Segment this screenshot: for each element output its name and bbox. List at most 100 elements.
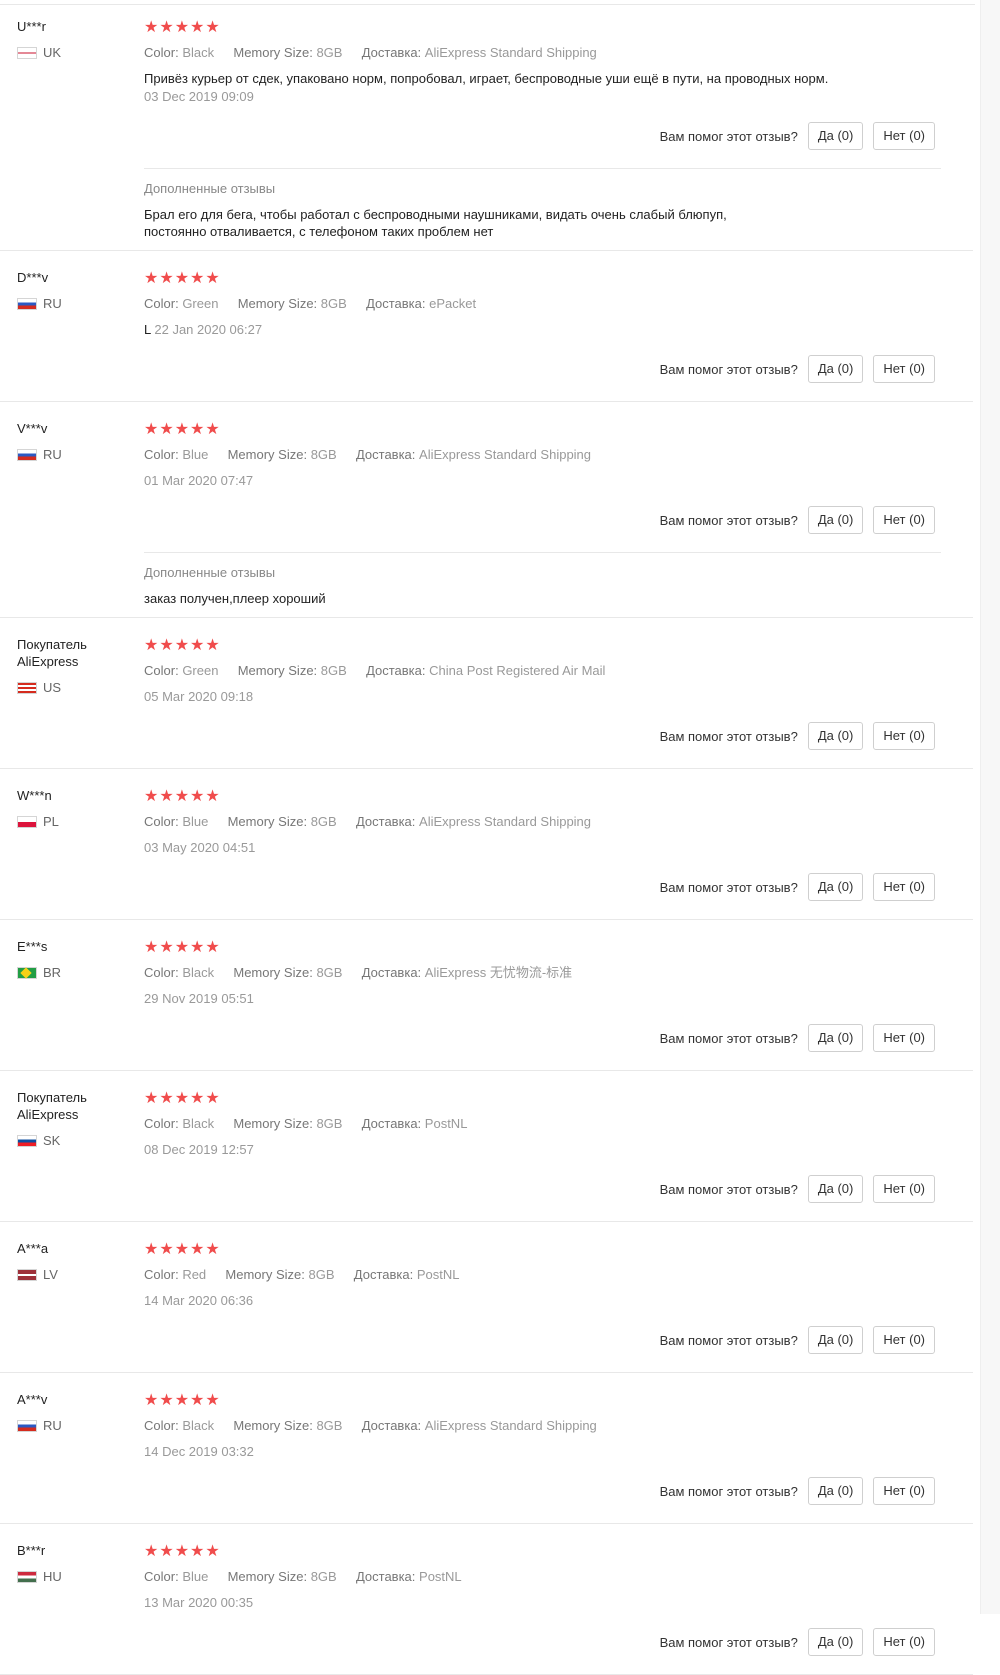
review-body: ★★★★★ Color: Blue Memory Size: 8GB Доста… — [144, 402, 941, 617]
helpful-no-button[interactable]: Нет (0) — [873, 1326, 935, 1354]
shipping-label: Доставка: — [355, 1569, 416, 1584]
memory-value: 8GB — [316, 965, 343, 980]
memory-label: Memory Size: — [227, 447, 308, 462]
additional-review-text: заказ получен,плеер хороший — [144, 591, 326, 606]
helpful-no-button[interactable]: Нет (0) — [873, 1024, 935, 1052]
shipping-value: AliExpress Standard Shipping — [419, 814, 592, 829]
helpful-no-button[interactable]: Нет (0) — [873, 1628, 935, 1656]
helpful-no-button[interactable]: Нет (0) — [873, 1477, 935, 1505]
order-info: Color: Red Memory Size: 8GB Доставка: Po… — [144, 1266, 941, 1284]
helpful-yes-button[interactable]: Да (0) — [807, 1326, 864, 1354]
helpful-yes-button[interactable]: Да (0) — [807, 722, 864, 750]
helpful-no-button[interactable]: Нет (0) — [873, 722, 935, 750]
color-label: Color: — [144, 1267, 179, 1282]
review-date: 14 Mar 2020 06:36 — [144, 1293, 254, 1308]
review-item: B***r HU ★★★★★ Color: Blue Memory Size: … — [0, 1524, 973, 1675]
reviewer-info: W***n PL — [17, 787, 137, 829]
color-label: Color: — [144, 965, 179, 980]
reviewer-info: A***a LV — [17, 1240, 137, 1282]
country-flag-icon — [17, 1134, 37, 1147]
helpful-yes-button[interactable]: Да (0) — [807, 873, 864, 901]
review-text-line: 03 May 2020 04:51 — [144, 839, 844, 857]
review-item: W***n PL ★★★★★ Color: Blue Memory Size: … — [0, 769, 973, 920]
reviewer-name: W***n — [17, 788, 52, 803]
scrollbar[interactable] — [980, 0, 1000, 1614]
additional-review: Дополненные отзывы заказ получен,плеер х… — [144, 552, 941, 617]
reviewer-info: V***v RU — [17, 420, 137, 462]
helpful-block: Вам помог этот отзыв? Да (0) Нет (0) — [144, 1024, 941, 1070]
shipping-value: PostNL — [419, 1569, 462, 1584]
helpful-yes-button[interactable]: Да (0) — [807, 122, 864, 150]
review-item: Покупатель AliExpress US ★★★★★ Color: Gr… — [0, 618, 973, 769]
memory-value: 8GB — [308, 1267, 335, 1282]
review-text-line: 01 Mar 2020 07:47 — [144, 472, 844, 490]
helpful-label: Вам помог этот отзыв? — [659, 1030, 798, 1046]
helpful-block: Вам помог этот отзыв? Да (0) Нет (0) — [144, 506, 941, 552]
shipping-label: Доставка: — [353, 1267, 414, 1282]
helpful-yes-button[interactable]: Да (0) — [807, 1477, 864, 1505]
color-label: Color: — [144, 1569, 179, 1584]
color-value: Black — [182, 965, 215, 980]
country-code: HU — [43, 1569, 62, 1584]
shipping-value: AliExpress Standard Shipping — [424, 1418, 597, 1433]
helpful-yes-button[interactable]: Да (0) — [807, 355, 864, 383]
review-date: 01 Mar 2020 07:47 — [144, 473, 254, 488]
reviewer-country: BR — [17, 965, 137, 980]
country-flag-icon — [17, 1570, 37, 1583]
helpful-no-button[interactable]: Нет (0) — [873, 122, 935, 150]
color-label: Color: — [144, 663, 179, 678]
review-date: 05 Mar 2020 09:18 — [144, 689, 254, 704]
review-body: ★★★★★ Color: Green Memory Size: 8GB Дост… — [144, 251, 941, 401]
country-code: UK — [43, 45, 62, 60]
review-text: Привёз курьер от сдек, упаковано норм, п… — [144, 71, 829, 86]
order-info: Color: Green Memory Size: 8GB Доставка: … — [144, 662, 941, 680]
review-text-line: 14 Dec 2019 03:32 — [144, 1443, 844, 1461]
reviewer-info: U***r UK — [17, 18, 137, 60]
reviewer-info: D***v RU — [17, 269, 137, 311]
color-label: Color: — [144, 814, 179, 829]
helpful-yes-button[interactable]: Да (0) — [807, 506, 864, 534]
helpful-no-button[interactable]: Нет (0) — [873, 873, 935, 901]
reviewer-country: US — [17, 680, 137, 695]
color-label: Color: — [144, 45, 179, 60]
helpful-label: Вам помог этот отзыв? — [659, 1634, 798, 1650]
review-date: 08 Dec 2019 12:57 — [144, 1142, 254, 1157]
review-text-line: 08 Dec 2019 12:57 — [144, 1141, 844, 1159]
color-value: Black — [182, 1418, 215, 1433]
review-item: V***v RU ★★★★★ Color: Blue Memory Size: … — [0, 402, 973, 618]
memory-value: 8GB — [320, 296, 347, 311]
helpful-label: Вам помог этот отзыв? — [659, 1181, 798, 1197]
rating-stars-icon: ★★★★★ — [144, 270, 221, 287]
review-body: ★★★★★ Color: Black Memory Size: 8GB Дост… — [144, 920, 941, 1070]
review-text-line: 29 Nov 2019 05:51 — [144, 990, 844, 1008]
color-label: Color: — [144, 296, 179, 311]
helpful-block: Вам помог этот отзыв? Да (0) Нет (0) — [144, 1175, 941, 1221]
shipping-value: AliExpress Standard Shipping — [424, 45, 597, 60]
additional-review-title: Дополненные отзывы — [144, 565, 276, 580]
helpful-no-button[interactable]: Нет (0) — [873, 506, 935, 534]
memory-label: Memory Size: — [233, 1418, 313, 1433]
helpful-label: Вам помог этот отзыв? — [659, 128, 798, 144]
color-value: Green — [182, 296, 219, 311]
helpful-no-button[interactable]: Нет (0) — [873, 355, 935, 383]
helpful-block: Вам помог этот отзыв? Да (0) Нет (0) — [144, 722, 941, 768]
helpful-block: Вам помог этот отзыв? Да (0) Нет (0) — [144, 1477, 941, 1523]
shipping-label: Доставка: — [366, 296, 426, 311]
reviewer-country: SK — [17, 1133, 137, 1148]
review-body: ★★★★★ Color: Green Memory Size: 8GB Дост… — [144, 618, 941, 768]
helpful-yes-button[interactable]: Да (0) — [807, 1628, 864, 1656]
memory-value: 8GB — [316, 1418, 343, 1433]
helpful-yes-button[interactable]: Да (0) — [807, 1024, 864, 1052]
color-value: Green — [182, 663, 219, 678]
shipping-label: Доставка: — [366, 663, 426, 678]
reviewer-name: B***r — [17, 1543, 46, 1558]
country-flag-icon — [17, 297, 37, 310]
helpful-yes-button[interactable]: Да (0) — [807, 1175, 864, 1203]
helpful-no-button[interactable]: Нет (0) — [873, 1175, 935, 1203]
reviewer-info: Покупатель AliExpress US — [17, 636, 137, 695]
additional-review: Дополненные отзывы Брал его для бега, чт… — [144, 168, 941, 250]
color-value: Blue — [182, 1569, 209, 1584]
country-code: RU — [43, 296, 62, 311]
review-item: A***a LV ★★★★★ Color: Red Memory Size: 8… — [0, 1222, 973, 1373]
shipping-label: Доставка: — [361, 1418, 422, 1433]
